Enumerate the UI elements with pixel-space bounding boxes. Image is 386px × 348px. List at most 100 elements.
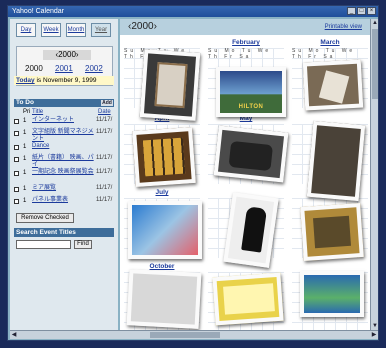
year-link-2002[interactable]: 2002 (85, 64, 103, 73)
scroll-right-icon[interactable]: ▶ (370, 331, 378, 339)
todo-row: 1 文字組版 新聞マネジメント 11/17/ (14, 129, 114, 143)
todo-checkbox[interactable] (14, 187, 19, 192)
printable-view-link[interactable]: Printable view (325, 24, 362, 30)
calendar-window: Yahoo! Calendar _ □ × Day Week Month Yea… (7, 5, 379, 341)
minimize-button[interactable]: _ (347, 7, 356, 15)
year-view: ‹2000› Printable view Su Mo Tu We Th Fr … (120, 19, 370, 330)
close-button[interactable]: × (367, 7, 376, 15)
year-view-header: ‹2000› Printable view (120, 19, 370, 35)
scroll-up-icon[interactable]: ▲ (371, 19, 379, 27)
vertical-scrollbar[interactable]: ▲ ▼ (370, 19, 378, 330)
todo-priority: 1 (23, 156, 27, 162)
photo-frame (300, 271, 364, 317)
photo-content (318, 70, 350, 104)
todo-title[interactable]: パネル事業表 (32, 197, 94, 204)
todo-columns: Pri Title Date (14, 109, 114, 116)
todo-checkbox[interactable] (14, 131, 19, 136)
col-title[interactable]: Title (32, 109, 43, 115)
col-pri[interactable]: Pri (23, 109, 30, 115)
scroll-down-icon[interactable]: ▼ (371, 322, 379, 330)
todo-row: 1 パネル事業表 11/17/ (14, 197, 114, 209)
photo-content (228, 140, 274, 172)
todo-title[interactable]: 紙片（書籍） 映画、パイ (32, 155, 94, 169)
photo-hilton: HILTON (216, 67, 286, 117)
col-date[interactable]: Date (98, 109, 111, 115)
tab-year[interactable]: Year (91, 23, 111, 37)
add-todo-button[interactable]: Add (101, 100, 113, 106)
search-header: Search Event Titles (14, 228, 114, 237)
photo-content (241, 206, 268, 253)
todo-header: To Do Add (14, 99, 114, 107)
title-bar: Yahoo! Calendar (8, 6, 378, 17)
tab-week[interactable]: Week (41, 23, 61, 37)
photo-frame (223, 192, 279, 268)
photo-content (223, 283, 275, 315)
year-link-2001[interactable]: 2001 (55, 64, 73, 73)
todo-priority: 1 (23, 130, 27, 136)
todo-title[interactable]: Dance (32, 143, 94, 150)
todo-title[interactable]: 文字組版 新聞マネジメント (32, 129, 94, 143)
weekday-header: Su Mo Tu We Th Fr Sa (292, 48, 356, 60)
todo-due: 11/17/ (96, 185, 113, 191)
todo-due: 11/17/ (96, 197, 113, 203)
photo-content (142, 137, 186, 177)
tab-day[interactable]: Day (16, 23, 36, 37)
month-name[interactable]: February (206, 39, 286, 47)
photo-frame (212, 272, 284, 326)
photo-hilton-label: HILTON (238, 104, 264, 110)
todo-heading: To Do (16, 99, 34, 106)
todo-title[interactable]: インターネット (32, 117, 94, 124)
today-link[interactable]: Today (14, 77, 35, 84)
current-year-label: ‹2000› (43, 50, 91, 60)
year-view-title: ‹2000› (128, 21, 157, 32)
photo-content (154, 62, 188, 109)
month-name[interactable]: March (290, 39, 370, 47)
photo-frame (126, 269, 202, 329)
scroll-thumb[interactable] (150, 332, 220, 338)
todo-row: 1 Dance (14, 143, 114, 155)
todo-due: 11/17/ (96, 169, 113, 175)
todo-priority: 1 (23, 198, 27, 204)
todo-due: 11/17/ (96, 129, 113, 135)
todo-priority: 1 (23, 170, 27, 176)
todo-priority: 1 (23, 118, 27, 124)
photo-frame (300, 202, 364, 262)
search-input[interactable] (16, 240, 71, 249)
photo-frame (132, 126, 196, 188)
maximize-button[interactable]: □ (357, 7, 366, 15)
todo-title[interactable]: 一期記念 映画祭展覧会 (32, 169, 94, 176)
weekday-header: Su Mo Tu We Th Fr Sa (208, 48, 272, 60)
scroll-left-icon[interactable]: ◀ (10, 331, 18, 339)
left-panel: Day Week Month Year ‹2000› 2000 2001 200… (10, 19, 118, 330)
scroll-thumb[interactable] (372, 29, 378, 99)
month-name[interactable]: July (122, 189, 202, 197)
todo-row: 1 ミア展覧 11/17/ (14, 185, 114, 197)
photo-frame (213, 125, 289, 183)
todo-checkbox[interactable] (14, 171, 19, 176)
todo-checkbox[interactable] (14, 199, 19, 204)
todo-row: 1 インターネット 11/17/ (14, 117, 114, 129)
remove-checked-button[interactable]: Remove Checked (16, 213, 74, 223)
todo-checkbox[interactable] (14, 145, 19, 150)
tab-month[interactable]: Month (66, 23, 86, 37)
todo-row: 1 紙片（書籍） 映画、パイ 11/17/ (14, 155, 114, 169)
find-button[interactable]: Find (74, 240, 92, 249)
photo-frame (128, 201, 202, 259)
photo-frame (306, 120, 366, 202)
year-link-2000[interactable]: 2000 (25, 64, 43, 73)
todo-checkbox[interactable] (14, 119, 19, 124)
todo-priority: 1 (23, 186, 27, 192)
photo-frame (302, 59, 364, 111)
todo-due: 11/17/ (96, 155, 113, 161)
todo-priority: 1 (23, 144, 27, 150)
today-row: Today is November 9, 1999 (14, 76, 114, 85)
today-date-text: is November 9, 1999 (36, 77, 97, 84)
todo-checkbox[interactable] (14, 157, 19, 162)
todo-row: 1 一期記念 映画祭展覧会 11/17/ (14, 169, 114, 181)
horizontal-scrollbar[interactable]: ◀ ▶ (10, 330, 378, 339)
todo-due: 11/17/ (96, 117, 113, 123)
photo-content (312, 215, 352, 249)
todo-title[interactable]: ミア展覧 (32, 185, 94, 192)
window-title: Yahoo! Calendar (12, 8, 65, 15)
photo-frame (139, 49, 201, 121)
